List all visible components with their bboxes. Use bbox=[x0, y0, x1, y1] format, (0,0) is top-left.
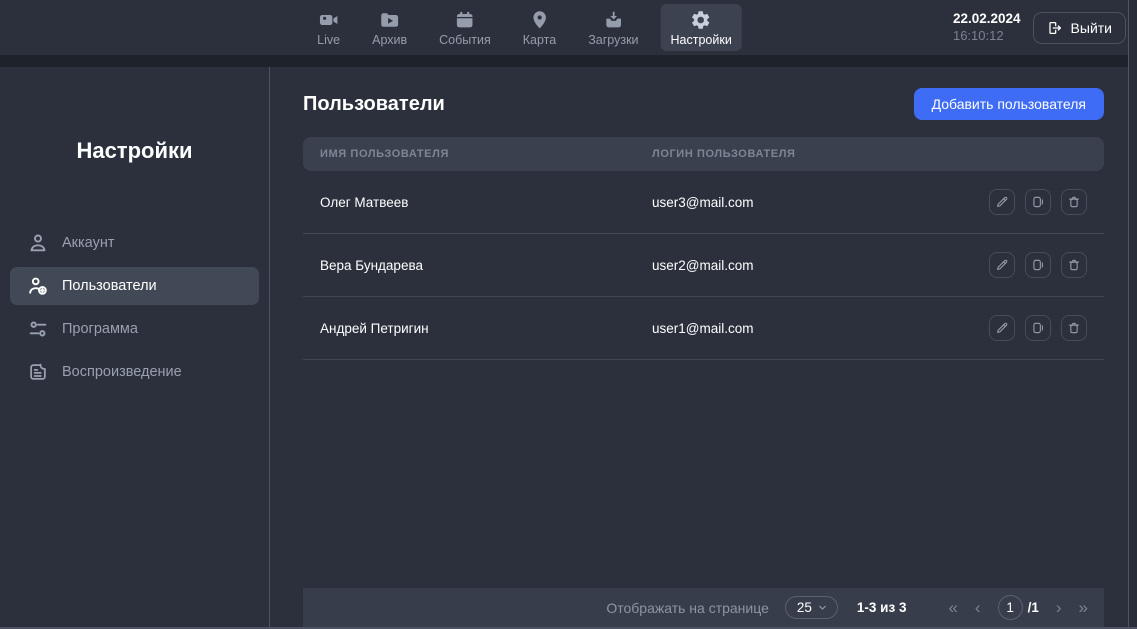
delete-button[interactable] bbox=[1061, 315, 1087, 341]
pager: « ‹ 1 /1 › » bbox=[948, 595, 1088, 620]
tab-label: События bbox=[439, 33, 491, 47]
tab-live[interactable]: Live bbox=[307, 4, 350, 51]
main-header: Пользователи Добавить пользователя bbox=[303, 88, 1104, 120]
users-table: ИМЯ ПОЛЬЗОВАТЕЛЯ ЛОГИН ПОЛЬЗОВАТЕЛЯ Олег… bbox=[303, 137, 1104, 360]
topbar-divider bbox=[0, 55, 1137, 67]
tab-archive[interactable]: Архив bbox=[362, 4, 417, 51]
tab-label: Карта bbox=[523, 33, 556, 47]
logout-button[interactable]: Выйти bbox=[1033, 12, 1126, 44]
sidebar-item-label: Аккаунт bbox=[62, 235, 114, 251]
copy-button[interactable] bbox=[1025, 189, 1051, 215]
first-page-button[interactable]: « bbox=[948, 599, 957, 616]
column-header-name: ИМЯ ПОЛЬЗОВАТЕЛЯ bbox=[303, 148, 652, 160]
top-navigation: Live Архив События Карта bbox=[307, 0, 742, 55]
delete-button[interactable] bbox=[1061, 252, 1087, 278]
sidebar-item-playback[interactable]: Воспроизведение bbox=[10, 353, 259, 391]
sidebar-title: Настройки bbox=[0, 138, 269, 164]
tab-downloads[interactable]: Загрузки bbox=[578, 4, 648, 51]
tab-label: Архив bbox=[372, 33, 407, 47]
copy-button[interactable] bbox=[1025, 315, 1051, 341]
sidebar-item-label: Программа bbox=[62, 321, 138, 337]
range-label: 1-3 из 3 bbox=[857, 600, 907, 615]
row-actions bbox=[989, 189, 1104, 215]
download-icon bbox=[602, 9, 624, 31]
chevron-down-icon bbox=[817, 602, 828, 613]
user-name: Андрей Петригин bbox=[303, 321, 652, 336]
per-page-value: 25 bbox=[797, 600, 812, 615]
body: Настройки Аккаунт Пользователи bbox=[0, 67, 1137, 629]
row-actions bbox=[989, 252, 1104, 278]
document-icon bbox=[27, 361, 49, 383]
table-row: Вера Бундарева user2@mail.com bbox=[303, 234, 1104, 297]
map-pin-icon bbox=[528, 9, 550, 31]
sidebar-item-label: Пользователи bbox=[62, 278, 157, 294]
current-time: 16:10:12 bbox=[953, 28, 1021, 45]
sliders-icon bbox=[27, 318, 49, 340]
folder-play-icon bbox=[379, 9, 401, 31]
logout-label: Выйти bbox=[1071, 20, 1112, 36]
main-content: Пользователи Добавить пользователя ИМЯ П… bbox=[270, 67, 1137, 629]
user-add-icon bbox=[27, 275, 49, 297]
page-indicator: 1 /1 bbox=[998, 595, 1039, 620]
table-row: Андрей Петригин user1@mail.com bbox=[303, 297, 1104, 360]
scrollbar-track[interactable] bbox=[1129, 0, 1137, 629]
page-title: Пользователи bbox=[303, 93, 445, 116]
user-login: user3@mail.com bbox=[652, 195, 989, 210]
table-row: Олег Матвеев user3@mail.com bbox=[303, 171, 1104, 234]
tab-label: Live bbox=[317, 33, 340, 47]
last-page-button[interactable]: » bbox=[1079, 599, 1088, 616]
user-login: user1@mail.com bbox=[652, 321, 989, 336]
user-name: Олег Матвеев bbox=[303, 195, 652, 210]
sidebar-item-account[interactable]: Аккаунт bbox=[10, 224, 259, 262]
topbar-right: 22.02.2024 16:10:12 Выйти bbox=[953, 10, 1137, 44]
settings-sidebar: Настройки Аккаунт Пользователи bbox=[0, 67, 270, 629]
video-camera-icon bbox=[318, 9, 340, 31]
per-page-label: Отображать на странице bbox=[606, 600, 769, 616]
copy-button[interactable] bbox=[1025, 252, 1051, 278]
user-icon bbox=[27, 232, 49, 254]
current-page-box[interactable]: 1 bbox=[998, 595, 1023, 620]
current-date: 22.02.2024 bbox=[953, 10, 1021, 28]
sidebar-item-users[interactable]: Пользователи bbox=[10, 267, 259, 305]
sidebar-item-program[interactable]: Программа bbox=[10, 310, 259, 348]
per-page-select[interactable]: 25 bbox=[785, 596, 838, 619]
prev-page-button[interactable]: ‹ bbox=[975, 599, 981, 616]
pagination-bar: Отображать на странице 25 1-3 из 3 « ‹ 1… bbox=[303, 588, 1104, 627]
scrollbar-track-border bbox=[1128, 0, 1129, 629]
sidebar-item-label: Воспроизведение bbox=[62, 364, 182, 380]
edit-button[interactable] bbox=[989, 189, 1015, 215]
next-page-button[interactable]: › bbox=[1056, 599, 1062, 616]
row-actions bbox=[989, 315, 1104, 341]
tab-label: Настройки bbox=[671, 33, 732, 47]
tab-map[interactable]: Карта bbox=[513, 4, 566, 51]
logout-icon bbox=[1047, 20, 1063, 36]
sidebar-menu: Аккаунт Пользователи Программа bbox=[0, 224, 269, 391]
delete-button[interactable] bbox=[1061, 189, 1087, 215]
gear-icon bbox=[690, 9, 712, 31]
add-user-button[interactable]: Добавить пользователя bbox=[914, 88, 1104, 120]
user-login: user2@mail.com bbox=[652, 258, 989, 273]
calendar-icon bbox=[454, 9, 476, 31]
user-name: Вера Бундарева bbox=[303, 258, 652, 273]
tab-label: Загрузки bbox=[588, 33, 638, 47]
edit-button[interactable] bbox=[989, 315, 1015, 341]
total-pages-label: /1 bbox=[1028, 600, 1039, 615]
edit-button[interactable] bbox=[989, 252, 1015, 278]
tab-events[interactable]: События bbox=[429, 4, 501, 51]
table-header: ИМЯ ПОЛЬЗОВАТЕЛЯ ЛОГИН ПОЛЬЗОВАТЕЛЯ bbox=[303, 137, 1104, 171]
tab-settings[interactable]: Настройки bbox=[661, 4, 742, 51]
column-header-login: ЛОГИН ПОЛЬЗОВАТЕЛЯ bbox=[652, 148, 989, 160]
datetime: 22.02.2024 16:10:12 bbox=[953, 10, 1021, 44]
topbar: Live Архив События Карта bbox=[0, 0, 1137, 55]
app-window: Live Архив События Карта bbox=[0, 0, 1137, 629]
